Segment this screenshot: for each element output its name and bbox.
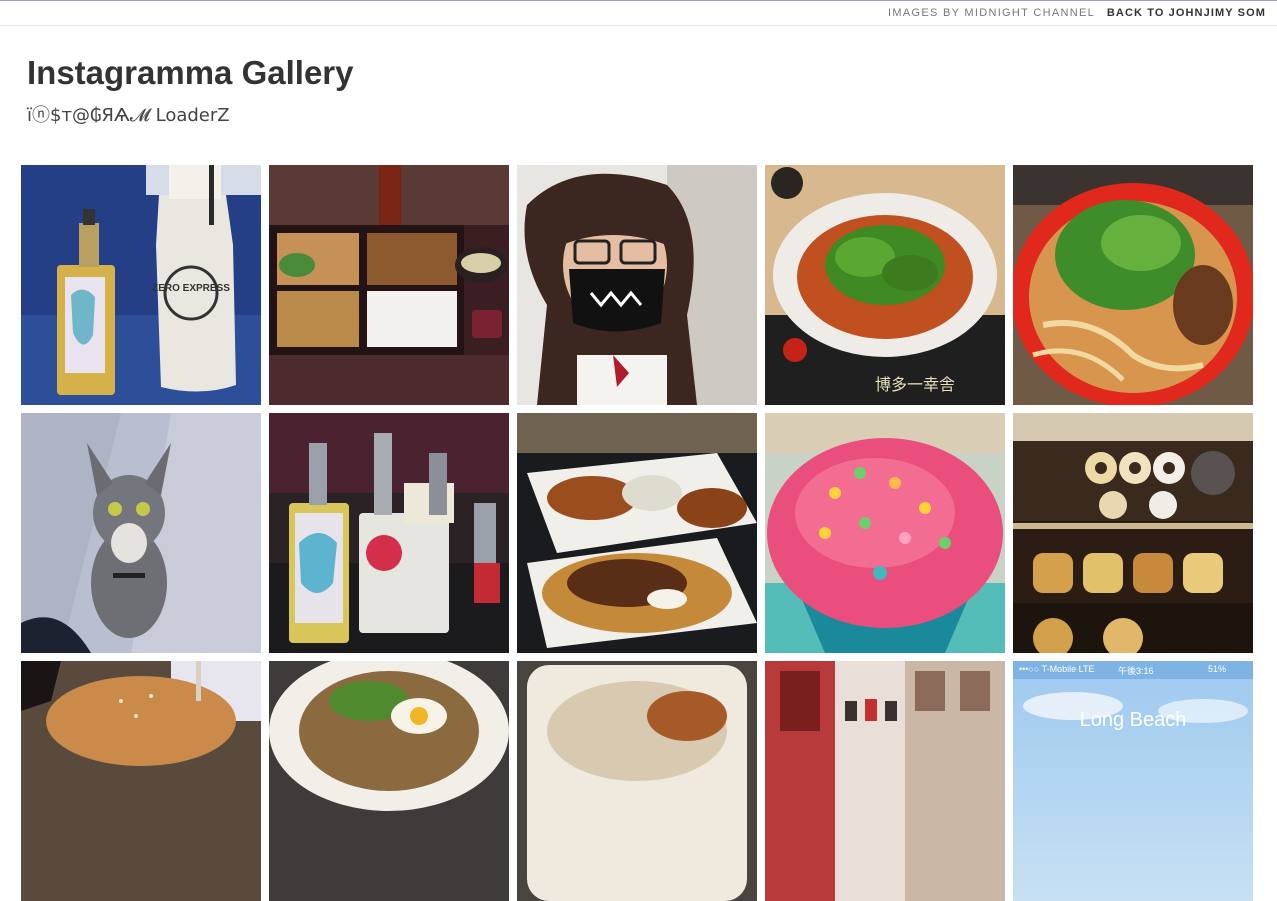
- photo-grid: ZERO EXPRESS 博多一幸舎 •••○○ T-Mobile LTE 午後…: [0, 0, 1277, 901]
- gallery-photo[interactable]: [517, 661, 757, 901]
- gallery-photo[interactable]: [269, 661, 509, 901]
- gallery-photo[interactable]: [765, 413, 1005, 653]
- gallery-photo[interactable]: 博多一幸舎: [765, 165, 1005, 405]
- gallery-photo[interactable]: [21, 661, 261, 901]
- gallery-photo[interactable]: ZERO EXPRESS: [21, 165, 261, 405]
- phone-status-bar: •••○○ T-Mobile LTE 午後3:16 51%: [1013, 664, 1253, 678]
- time-label: 午後3:16: [1118, 666, 1154, 676]
- gallery-photo[interactable]: [1013, 413, 1253, 653]
- gallery-photo[interactable]: [1013, 165, 1253, 405]
- gallery-photo[interactable]: [21, 413, 261, 653]
- photo-overlay-text: Long Beach: [1079, 709, 1187, 731]
- gallery-photo[interactable]: [765, 661, 1005, 901]
- gallery-photo[interactable]: •••○○ T-Mobile LTE 午後3:16 51% Long Beach: [1013, 661, 1253, 901]
- svg-text:博多一幸舎: 博多一幸舎: [875, 375, 955, 394]
- battery-label: 51%: [1208, 664, 1227, 674]
- gallery-photo[interactable]: [517, 413, 757, 653]
- gallery-photo[interactable]: [517, 165, 757, 405]
- bottle-label: ZERO EXPRESS: [152, 283, 230, 294]
- gallery-photo[interactable]: [269, 413, 509, 653]
- carrier-label: •••○○ T-Mobile LTE: [1019, 664, 1095, 674]
- gallery-photo[interactable]: [269, 165, 509, 405]
